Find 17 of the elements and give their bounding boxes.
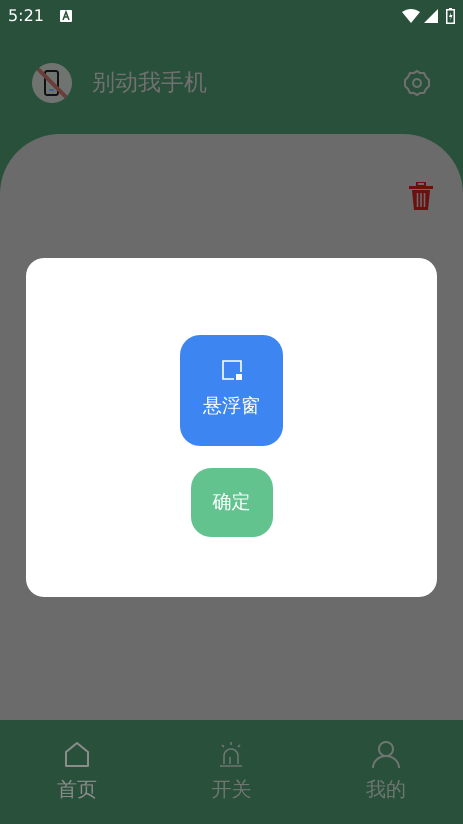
nav-tab[interactable]: 首页: [57, 740, 98, 804]
window-icon: [222, 360, 242, 380]
wifi-icon: [402, 9, 420, 23]
nav-tab[interactable]: 开关: [211, 740, 252, 804]
battery-icon: [446, 8, 455, 24]
confirm-button[interactable]: 确定: [190, 468, 272, 536]
person-icon: [372, 740, 400, 770]
nav-tab[interactable]: 我的: [366, 740, 406, 804]
house-icon: [63, 740, 92, 770]
settings-icon[interactable]: [403, 69, 431, 97]
crossed-phone-icon: [32, 63, 72, 103]
floating-window-button[interactable]: 悬浮窗: [180, 334, 283, 446]
app-title: 别动我手机: [92, 68, 207, 98]
keyboard-indicator-icon: [60, 10, 72, 22]
status-time: 5:21: [8, 5, 44, 27]
trash-icon[interactable]: [409, 182, 433, 210]
signal-icon: [424, 9, 438, 23]
